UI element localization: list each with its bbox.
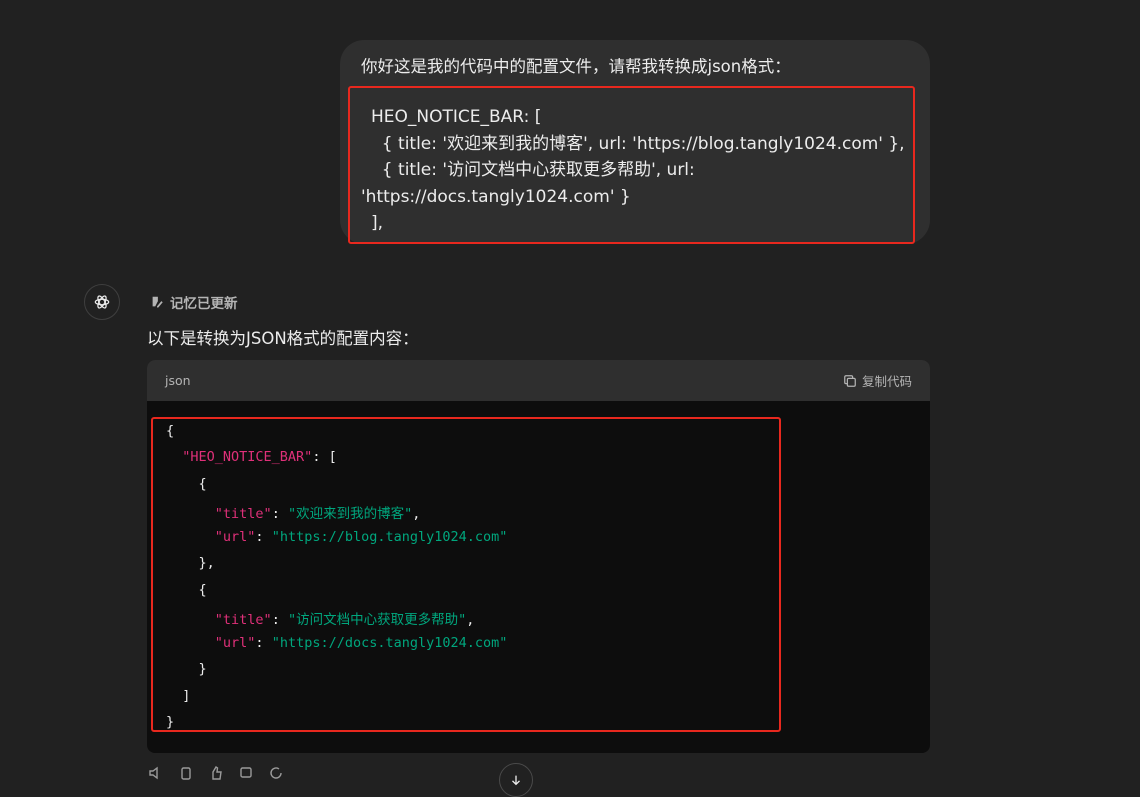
- copy-code-label: 复制代码: [861, 374, 912, 389]
- copy-icon: [844, 374, 856, 387]
- assistant-avatar: [84, 284, 120, 320]
- memory-updated-row[interactable]: 记忆已更新: [150, 292, 238, 312]
- clipboard-icon[interactable]: [178, 765, 194, 781]
- memory-updated-label: 记忆已更新: [170, 296, 238, 312]
- openai-logo-icon: [94, 295, 110, 309]
- memory-pencil-icon: [152, 296, 163, 308]
- scroll-down-icon: [512, 775, 520, 786]
- thumbs-up-icon[interactable]: [208, 765, 224, 781]
- scroll-down-button[interactable]: [499, 763, 533, 797]
- code-block-header: json 复制代码: [147, 360, 930, 401]
- user-message-text: 你好这是我的代码中的配置文件，请帮我转换成json格式：: [361, 57, 791, 76]
- assistant-intro-text: 以下是转换为JSON格式的配置内容：: [147, 329, 419, 348]
- message-action-bar: [148, 765, 284, 781]
- highlight-box-user-code: [348, 86, 915, 244]
- speaker-icon[interactable]: [148, 765, 164, 781]
- highlight-box-json-code: [151, 417, 781, 732]
- regenerate-icon[interactable]: [268, 765, 284, 781]
- copy-code-button[interactable]: 复制代码: [843, 371, 912, 390]
- code-language-label: json: [165, 373, 191, 388]
- thumbs-down-icon[interactable]: [238, 765, 254, 781]
